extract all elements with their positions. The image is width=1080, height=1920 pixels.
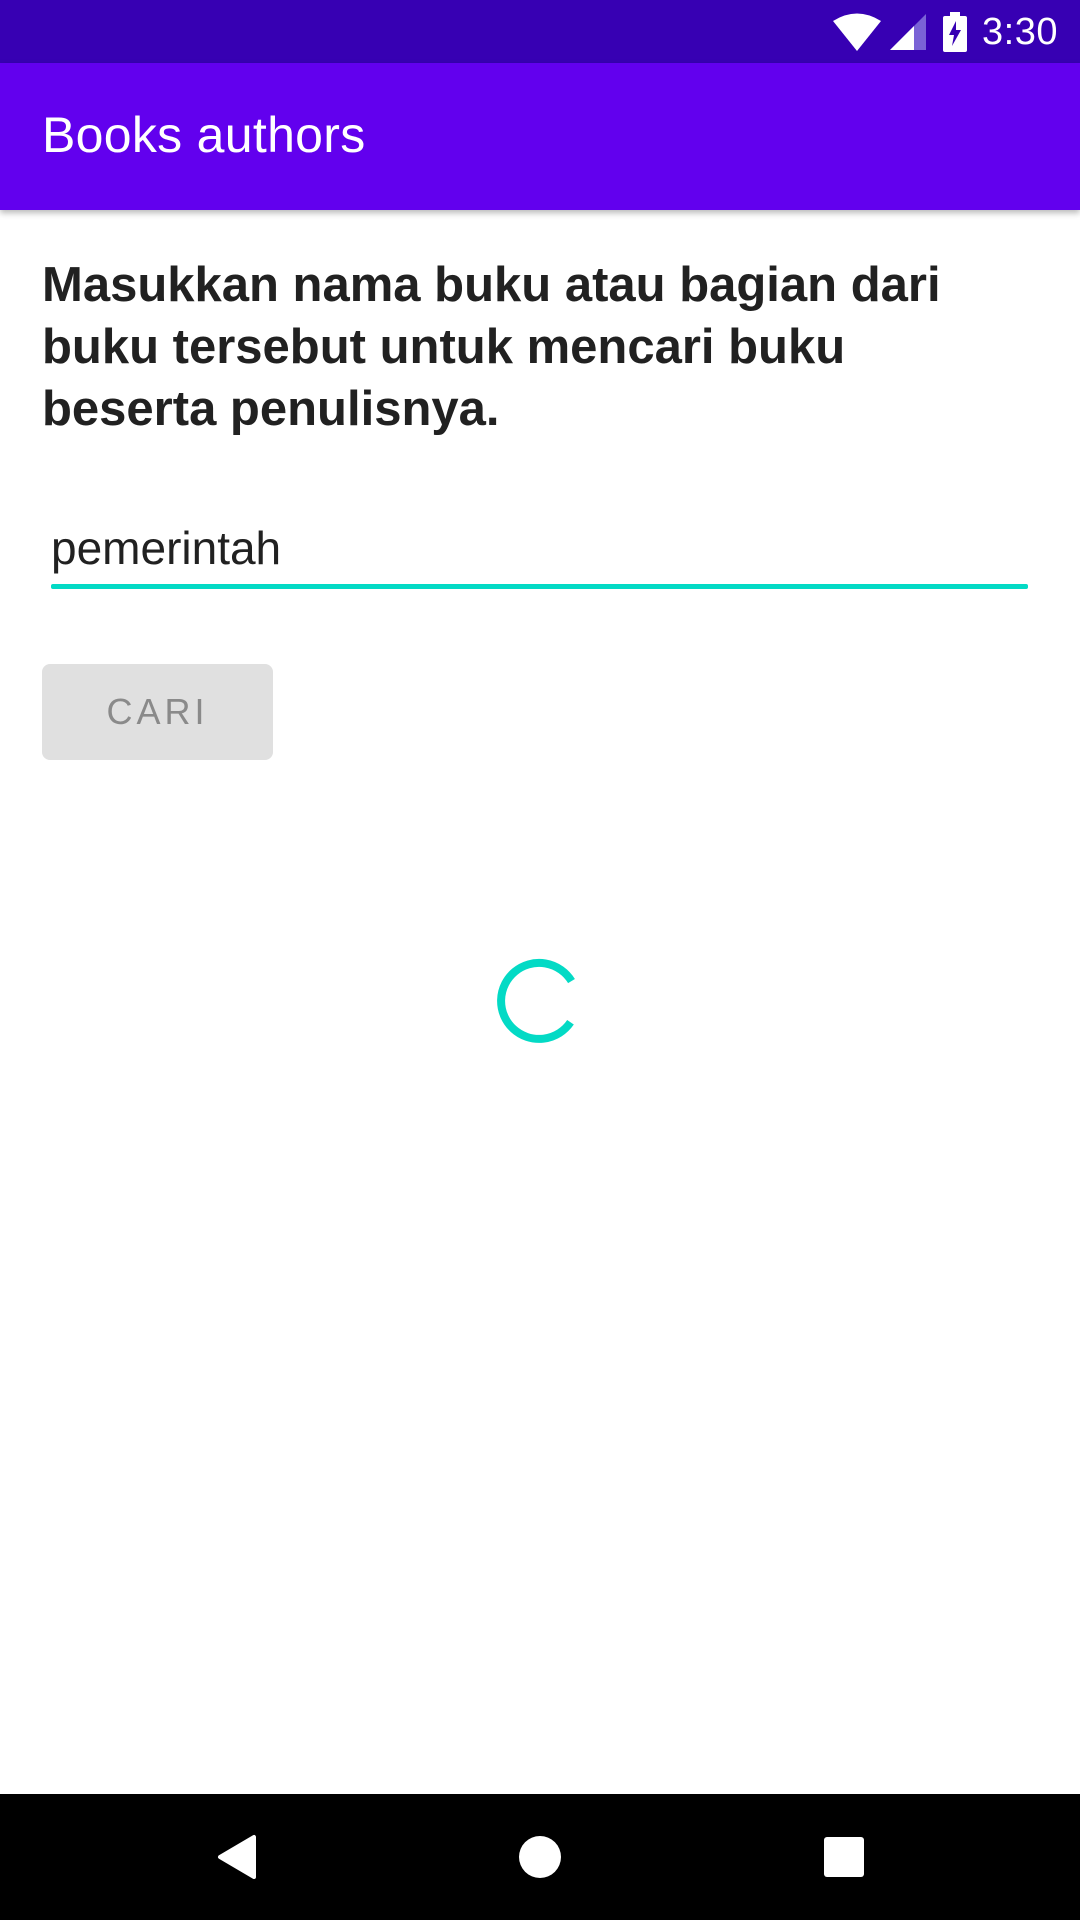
loading-spinner-icon bbox=[497, 958, 575, 1043]
home-button[interactable] bbox=[500, 1817, 580, 1897]
home-icon bbox=[519, 1836, 561, 1878]
search-button[interactable]: CARI bbox=[42, 664, 273, 760]
app-screen: 3:30 Books authors Masukkan nama buku at… bbox=[0, 0, 1080, 1920]
back-icon bbox=[218, 1835, 256, 1879]
loading-spinner bbox=[480, 940, 600, 1060]
search-field[interactable] bbox=[51, 512, 1028, 589]
search-input-underline bbox=[51, 584, 1028, 589]
recents-icon bbox=[824, 1837, 864, 1877]
search-input[interactable] bbox=[51, 512, 1028, 584]
instruction-text: Masukkan nama buku atau bagian dari buku… bbox=[42, 258, 941, 436]
app-bar: Books authors bbox=[0, 63, 1080, 210]
cell-signal-icon bbox=[888, 12, 928, 52]
navigation-bar bbox=[0, 1794, 1080, 1920]
wifi-icon bbox=[832, 12, 882, 52]
recents-button[interactable] bbox=[804, 1817, 884, 1897]
app-title: Books authors bbox=[42, 107, 366, 163]
status-icons: 3:30 bbox=[832, 8, 1058, 56]
status-time: 3:30 bbox=[982, 10, 1058, 53]
status-bar: 3:30 bbox=[0, 0, 1080, 63]
battery-charging-icon bbox=[942, 12, 968, 52]
back-button[interactable] bbox=[196, 1817, 276, 1897]
